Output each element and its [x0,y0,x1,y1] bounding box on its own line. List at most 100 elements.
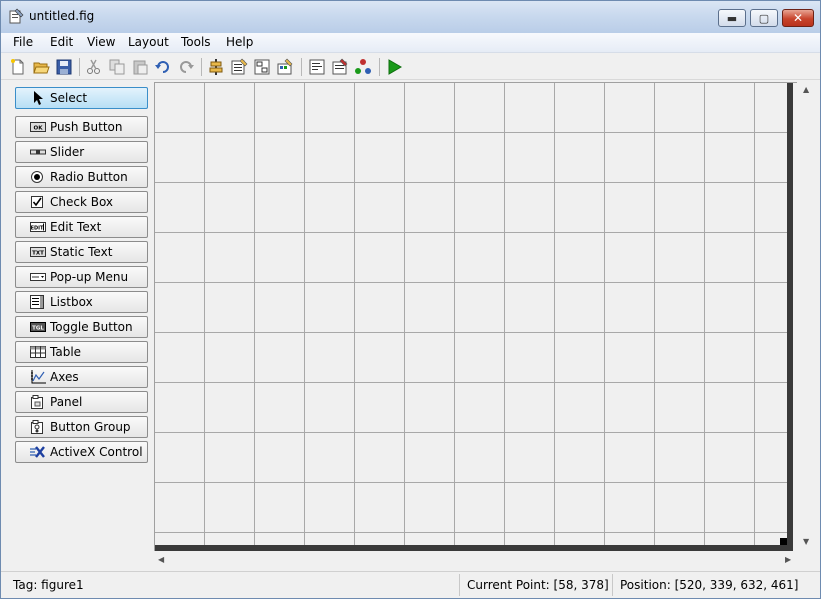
new-file-icon[interactable] [9,58,27,76]
menu-help[interactable]: Help [226,35,253,49]
palette-label: Slider [50,145,85,159]
save-icon[interactable] [55,58,73,76]
palette-radio-button[interactable]: Radio Button [15,166,148,188]
palette-push-button[interactable]: OK Push Button [15,116,148,138]
palette-button-group[interactable]: Button Group [15,416,148,438]
tab-order-editor-icon[interactable] [253,58,271,76]
editor-icon[interactable] [308,58,326,76]
palette-activex-control[interactable]: ActiveX Control [15,441,148,463]
layout-area[interactable] [154,82,797,551]
toolbar-separator [301,58,302,76]
scroll-up-icon[interactable]: ▲ [803,86,809,94]
layout-grid[interactable] [155,83,787,545]
listbox-icon [30,295,44,309]
cursor-arrow-icon [34,91,43,105]
scroll-down-icon[interactable]: ▼ [803,538,809,546]
palette-select[interactable]: Select [15,87,148,109]
menu-tools[interactable]: Tools [181,35,211,49]
figure-resize-handle[interactable] [780,538,787,545]
palette-label: Axes [50,370,79,384]
activex-control-icon [30,446,45,458]
palette-label: Check Box [50,195,114,209]
palette-label: Toggle Button [50,320,133,334]
align-objects-icon[interactable] [207,58,225,76]
vertical-scrollbar[interactable]: ▲ ▼ [798,82,815,551]
copy-icon[interactable] [108,58,126,76]
horizontal-scrollbar[interactable]: ◀ ▶ [154,552,797,568]
palette-label: Listbox [50,295,93,309]
property-inspector-icon[interactable] [331,58,349,76]
status-bar: Tag: figure1 Current Point: [58, 378] Po… [1,571,820,598]
radio-button-icon [31,171,43,183]
popup-menu-icon [30,273,46,281]
window-title: untitled.fig [29,9,95,23]
palette-label: Static Text [50,245,113,259]
axes-icon [31,370,46,384]
palette-check-box[interactable]: Check Box [15,191,148,213]
object-browser-icon[interactable] [354,58,372,76]
title-bar[interactable]: untitled.fig ▬ ▢ ✕ [1,1,820,33]
palette-slider[interactable]: Slider [15,141,148,163]
menu-edit[interactable]: Edit [50,35,73,49]
menu-layout[interactable]: Layout [128,35,169,49]
palette-label: ActiveX Control [50,445,143,459]
status-tag: Tag: figure1 [13,578,84,592]
edit-text-icon: EDIT [30,222,46,232]
guide-window: untitled.fig ▬ ▢ ✕ File Edit View Layout… [0,0,821,599]
maximize-icon: ▢ [758,11,770,25]
palette-panel[interactable]: Panel [15,391,148,413]
palette-axes[interactable]: Axes [15,366,148,388]
static-text-icon: TXT [30,247,46,257]
figure-edge-bottom[interactable] [155,545,793,551]
palette-label: Radio Button [50,170,128,184]
svg-text:TXT: TXT [32,251,44,257]
status-current-point: Current Point: [58, 378] [467,578,609,592]
svg-text:OK: OK [34,126,44,132]
palette-label: Panel [50,395,83,409]
button-group-icon [31,420,43,434]
close-button[interactable]: ✕ [782,9,814,27]
toggle-button-icon: TGL [30,322,46,332]
open-folder-icon[interactable] [32,58,50,76]
status-position: Position: [520, 339, 632, 461] [620,578,799,592]
cut-icon[interactable] [85,58,103,76]
palette-listbox[interactable]: Listbox [15,291,148,313]
minimize-icon: ▬ [726,11,738,25]
scroll-left-icon[interactable]: ◀ [158,556,164,564]
palette-static-text[interactable]: TXT Static Text [15,241,148,263]
undo-icon[interactable] [154,58,172,76]
minimize-button[interactable]: ▬ [718,9,746,27]
maximize-button[interactable]: ▢ [750,9,778,27]
palette-table[interactable]: Table [15,341,148,363]
palette-edit-text[interactable]: EDIT Edit Text [15,216,148,238]
figure-edge-right[interactable] [787,83,793,551]
toolbar-separator [201,58,202,76]
menu-editor-icon[interactable] [230,58,248,76]
table-icon [30,346,46,358]
scroll-right-icon[interactable]: ▶ [785,556,791,564]
menu-file[interactable]: File [13,35,33,49]
menu-bar: File Edit View Layout Tools Help [1,33,820,53]
toolbar [1,54,820,80]
palette-label: Table [50,345,82,359]
toolbar-separator [79,58,80,76]
panel-icon [31,395,43,409]
palette-label: Push Button [50,120,123,134]
status-divider [612,574,613,596]
palette-label: Pop-up Menu [50,270,129,284]
palette-popup-menu[interactable]: Pop-up Menu [15,266,148,288]
redo-icon[interactable] [177,58,195,76]
palette-toggle-button[interactable]: TGL Toggle Button [15,316,148,338]
toolbar-editor-icon[interactable] [276,58,294,76]
close-icon: ✕ [792,11,804,25]
svg-text:TGL: TGL [32,326,44,332]
menu-view[interactable]: View [87,35,115,49]
palette-label: Edit Text [50,220,102,234]
palette-label: Select [50,91,88,105]
fig-file-icon [9,8,24,24]
push-button-icon: OK [30,122,46,132]
paste-icon[interactable] [131,58,149,76]
run-figure-icon[interactable] [385,58,403,76]
check-box-icon [31,196,43,208]
slider-icon [30,149,46,155]
